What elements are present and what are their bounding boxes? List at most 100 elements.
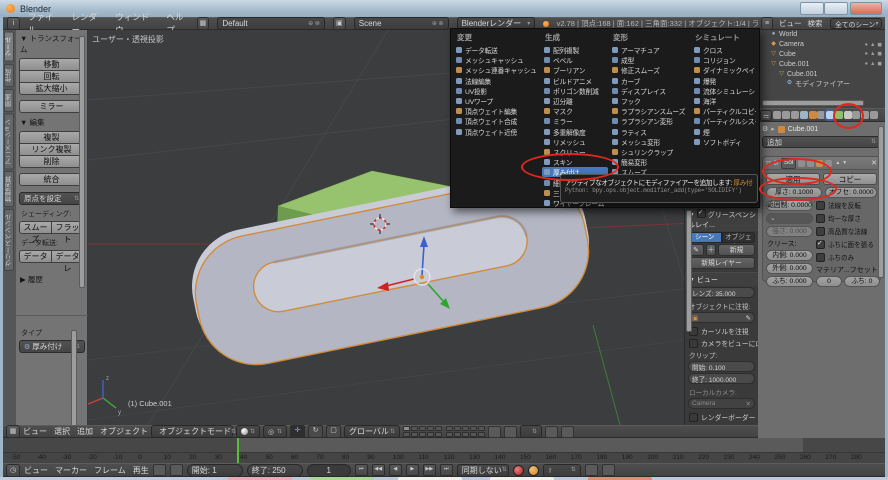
current-frame-field[interactable]: 1	[307, 464, 351, 477]
toolshelf-tab-4[interactable]: アニメーション	[4, 114, 14, 170]
delete-modifier-icon[interactable]: ✕	[871, 159, 877, 167]
delete-keyframe-icon[interactable]	[602, 464, 615, 476]
panel-header-view[interactable]: ▼ ビュー	[685, 272, 758, 286]
material-offset-field[interactable]: 0	[816, 276, 842, 287]
offset-field[interactable]: オフセ: 0.0000	[825, 187, 877, 198]
layer-button[interactable]	[446, 432, 453, 437]
modifier-panel-header[interactable]: ▽ ⚙ Sol ▲ ▼ ✕	[763, 157, 880, 170]
select-toggle-icon[interactable]: ▲	[870, 51, 875, 57]
layer-button[interactable]	[403, 426, 410, 431]
keying-set-icon[interactable]	[528, 465, 539, 476]
outliner-row[interactable]: ▽Cube.001	[758, 69, 885, 79]
transform-button[interactable]: 拡大縮小	[19, 82, 84, 95]
crease-outer-field[interactable]: 外側: 0.000	[766, 263, 813, 274]
join-button[interactable]: 統合	[19, 173, 84, 186]
layer-button[interactable]	[478, 426, 485, 431]
physics-icon[interactable]	[870, 111, 878, 119]
menu-item[interactable]: UVワープ	[454, 96, 540, 106]
high-quality-checkbox[interactable]	[816, 227, 825, 236]
play-reverse-button[interactable]: ◀	[389, 464, 402, 476]
properties-scrollbar[interactable]	[878, 126, 884, 278]
menu-item[interactable]: メッシュキャッシュ	[454, 55, 540, 65]
outliner-row[interactable]: ⚙モディファイアー	[758, 79, 885, 89]
clear-icon[interactable]: ✕	[745, 400, 751, 408]
start-frame-field[interactable]: 開始: 1	[187, 464, 243, 477]
opengl-render-icon[interactable]	[545, 426, 558, 438]
layer-button[interactable]	[470, 432, 477, 437]
menu-item[interactable]: スクリュー	[542, 147, 608, 157]
flip-normals-checkbox[interactable]	[816, 201, 825, 210]
layer-button[interactable]	[435, 432, 442, 437]
menu-item[interactable]: 簡易変形	[610, 157, 690, 167]
maximize-button[interactable]	[824, 2, 848, 15]
outliner-filter-select[interactable]: 全てのシーン▾	[830, 18, 882, 29]
local-camera-field[interactable]: Camera✕	[688, 398, 755, 409]
fill-rim-checkbox[interactable]	[816, 240, 825, 249]
modifier-name-field[interactable]: Sol	[781, 158, 796, 169]
menu-item[interactable]: ミラー	[542, 116, 608, 126]
jump-start-button[interactable]: ⏮	[355, 464, 368, 476]
pivot-select[interactable]: ◎⇅	[263, 425, 287, 438]
modifier-icon[interactable]	[826, 111, 834, 119]
clip-end-field[interactable]: 終了: 1000.000	[688, 373, 755, 384]
snap-magnet-icon[interactable]	[504, 426, 517, 438]
menu-item[interactable]: ビルドアニメ	[542, 76, 608, 86]
menu-item[interactable]: リメッシュ	[542, 137, 608, 147]
gp-tab-scene[interactable]: シーン	[688, 232, 722, 243]
eyedropper-icon[interactable]: ✎	[745, 314, 751, 322]
menu-item[interactable]: ポリゴン数削減	[542, 86, 608, 96]
viewport-menu-item[interactable]: 追加	[77, 425, 93, 438]
outliner-editor-icon[interactable]: ≡	[761, 17, 773, 30]
toolshelf-tab-5[interactable]: 物理演算	[4, 171, 14, 207]
menu-item[interactable]: ディスプレイス	[610, 86, 690, 96]
menu-item[interactable]: 多重解像度	[542, 127, 608, 137]
timeline-menu-item[interactable]: フレーム	[94, 464, 126, 477]
timeline-editor-icon[interactable]: ◷	[6, 464, 20, 477]
menu-item[interactable]: ベベル	[542, 55, 608, 65]
menu-item[interactable]: 頂点ウェイト近傍	[454, 127, 540, 137]
properties-editor-icon[interactable]: ⚎	[760, 110, 772, 121]
camera-lock-checkbox[interactable]	[689, 339, 698, 348]
snap-element-select[interactable]: ⇅	[520, 425, 542, 438]
vertex-group-field[interactable]: ⌄	[766, 213, 813, 224]
set-origin-dropdown[interactable]: 原点を設定⇅	[19, 192, 84, 205]
toolshelf-tab-3[interactable]: 関連	[4, 89, 14, 112]
menu-item[interactable]: データ転送	[454, 45, 540, 55]
menu-item[interactable]: メッシュ連番キャッシュ	[454, 65, 540, 75]
outliner-scrollbar[interactable]	[762, 100, 864, 106]
mirror-button[interactable]: ミラー	[19, 100, 84, 113]
scene-icon[interactable]	[791, 111, 799, 119]
menu-item[interactable]: パーティクルシステム	[692, 116, 756, 126]
menu-item[interactable]: 流体シミュレーション	[692, 86, 756, 96]
timeline-ruler[interactable]: -50-40-30-20-100102030405060708090100110…	[3, 452, 885, 463]
thickness-field[interactable]: 厚さ: 0.1000	[766, 187, 822, 198]
constraint-icon[interactable]	[817, 111, 825, 119]
render-icon[interactable]	[773, 111, 781, 119]
shading-button[interactable]: スムーズ	[19, 221, 52, 234]
render-toggle-icon[interactable]: ◼	[877, 61, 882, 67]
factor-field[interactable]: 強さ: 0.000	[766, 226, 813, 237]
clip-start-field[interactable]: 開始: 0.100	[688, 361, 755, 372]
layer-button[interactable]	[462, 426, 469, 431]
menu-item[interactable]: ラティス	[610, 127, 690, 137]
menu-item[interactable]: 煙	[692, 127, 756, 137]
menu-item[interactable]: マスク	[542, 106, 608, 116]
minimize-button[interactable]	[800, 2, 824, 15]
toolshelf-tab-2[interactable]: 作成	[4, 64, 14, 87]
clamp-field[interactable]: 範囲制: 0.0000	[766, 200, 813, 211]
gp-new-button[interactable]: 新規	[718, 244, 755, 256]
menu-item[interactable]: アーマチュア	[610, 45, 690, 55]
particle-icon[interactable]	[861, 111, 869, 119]
menu-item[interactable]: スキン	[542, 157, 608, 167]
object-icon[interactable]	[809, 111, 817, 119]
scene-select[interactable]: Scene⊕ ⊗	[354, 17, 449, 30]
orientation-select[interactable]: グローバル⇅	[344, 425, 400, 438]
layer-button[interactable]	[462, 432, 469, 437]
keying-set-field[interactable]: ⚷⇅	[543, 464, 581, 477]
screen-layout-icon[interactable]: ▦	[197, 17, 210, 30]
mode-select[interactable]: オブジェクトモード⇅	[151, 425, 233, 438]
timeline-playhead[interactable]	[237, 438, 239, 463]
menu-item[interactable]: 辺分離	[542, 96, 608, 106]
layer-button[interactable]	[419, 432, 426, 437]
viewport-menu-item[interactable]: 選択	[54, 425, 70, 438]
